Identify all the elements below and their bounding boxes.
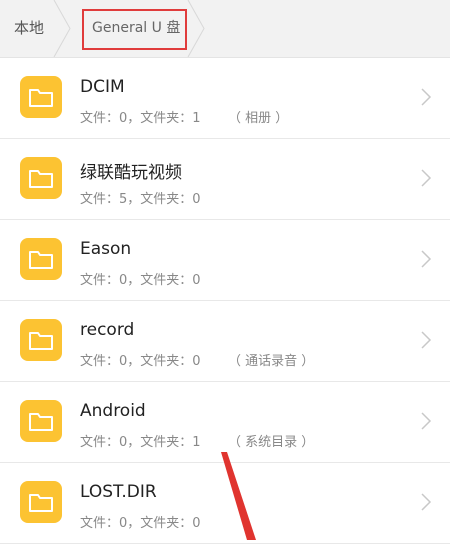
folder-row-dcim[interactable]: DCIM 文件：0，文件夹：1 （ 相册 ） [0, 58, 450, 139]
folder-tag: （ 通话录音 ） [228, 354, 315, 369]
folder-name: Android [80, 401, 146, 421]
folder-name: Eason [80, 239, 132, 259]
chevron-right-icon [421, 169, 432, 187]
folder-stats: 文件：0，文件夹：0 [80, 354, 201, 369]
chevron-right-icon [421, 331, 432, 349]
chevron-right-icon [421, 493, 432, 511]
folder-row-ugreen-video[interactable]: 绿联酷玩视频 文件：5，文件夹：0 [0, 139, 450, 220]
folder-icon [20, 319, 62, 361]
folder-row-lost-dir[interactable]: LOST.DIR 文件：0，文件夹：0 [0, 463, 450, 544]
breadcrumb: 本地 General U 盘 [0, 0, 450, 58]
chevron-right-icon [421, 250, 432, 268]
folder-tag: （ 相册 ） [228, 111, 289, 126]
folder-icon [20, 238, 62, 280]
chevron-right-icon [421, 88, 432, 106]
file-list: DCIM 文件：0，文件夹：1 （ 相册 ） 绿联酷玩视频 文件：5，文件夹：0… [0, 58, 450, 544]
folder-icon [20, 157, 62, 199]
folder-name: DCIM [80, 77, 125, 97]
breadcrumb-separator-icon [187, 0, 205, 57]
folder-stats: 文件：0，文件夹：1 [80, 435, 201, 450]
folder-tag: （ 系统目录 ） [228, 435, 315, 450]
folder-stats: 文件：0，文件夹：1 [80, 111, 201, 126]
breadcrumb-separator-icon [53, 0, 71, 57]
folder-icon [20, 76, 62, 118]
folder-stats: 文件：0，文件夹：0 [80, 516, 201, 531]
folder-stats: 文件：5，文件夹：0 [80, 192, 201, 207]
folder-row-android[interactable]: Android 文件：0，文件夹：1 （ 系统目录 ） [0, 382, 450, 463]
folder-icon [20, 400, 62, 442]
folder-row-eason[interactable]: Eason 文件：0，文件夹：0 [0, 220, 450, 301]
highlight-box [82, 9, 187, 50]
breadcrumb-item-local[interactable]: 本地 [14, 0, 44, 57]
folder-icon [20, 481, 62, 523]
folder-name: 绿联酷玩视频 [80, 163, 182, 183]
folder-row-record[interactable]: record 文件：0，文件夹：0 （ 通话录音 ） [0, 301, 450, 382]
folder-stats: 文件：0，文件夹：0 [80, 273, 201, 288]
folder-name: record [80, 320, 135, 340]
chevron-right-icon [421, 412, 432, 430]
folder-name: LOST.DIR [80, 482, 157, 502]
